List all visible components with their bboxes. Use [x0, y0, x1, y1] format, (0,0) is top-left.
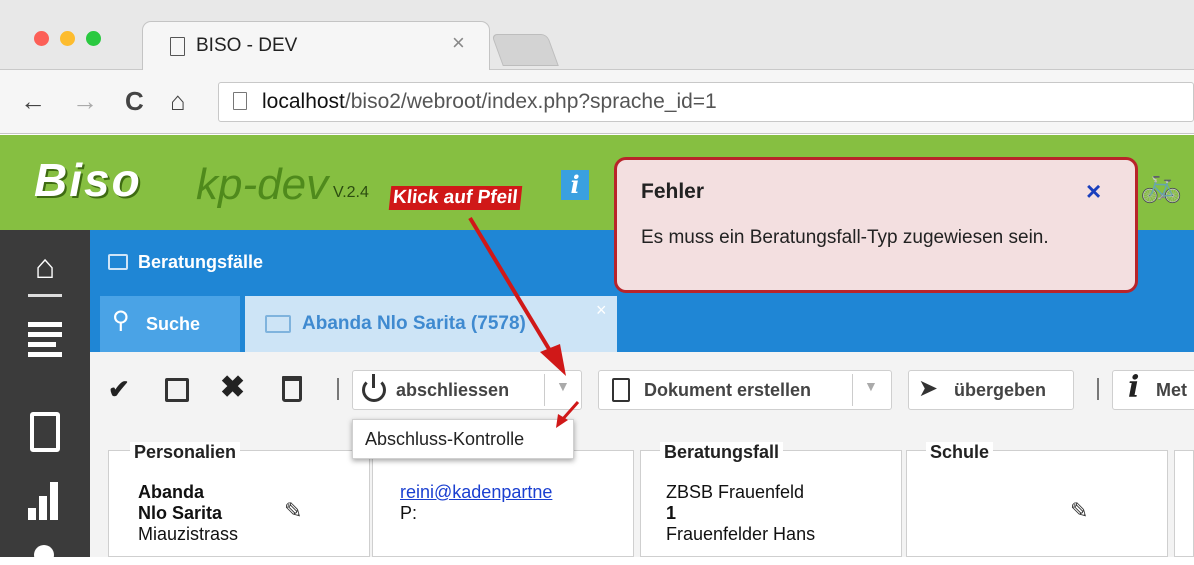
info-italic-icon: i: [1128, 370, 1140, 405]
save-disk-icon[interactable]: [165, 378, 189, 402]
list-icon[interactable]: [28, 322, 62, 357]
close-case-label: abschliessen: [396, 380, 510, 400]
panel-partial: [1174, 450, 1194, 557]
tab-search-label: Suche: [146, 314, 201, 334]
phone-label: P:: [400, 503, 418, 523]
send-icon: ➤: [918, 375, 939, 402]
forward-arrow-icon[interactable]: →: [72, 86, 98, 117]
url-text: localhost/biso2/webroot/index.php?sprach…: [262, 90, 717, 114]
panel-title: Personalien: [130, 442, 241, 463]
handover-label: übergeben: [954, 380, 1047, 400]
toolbar-icon-group: [104, 370, 276, 410]
home-icon[interactable]: ⌂: [0, 248, 90, 287]
create-document-label: Dokument erstellen: [644, 380, 812, 400]
document-icon: [612, 378, 630, 402]
case-office: ZBSB Frauenfeld: [666, 482, 805, 502]
tooltip: Abschluss-Kontrolle: [352, 419, 574, 459]
toolbar-separator: [337, 378, 339, 400]
browser-tab-title: BISO - DEV: [196, 35, 298, 56]
user-icon[interactable]: [34, 545, 54, 565]
search-icon: ⚲: [112, 307, 130, 334]
close-window-button[interactable]: [34, 31, 49, 46]
id-card-icon: [108, 254, 128, 270]
error-title: Fehler: [641, 180, 705, 203]
address-line: Miauzistrass: [138, 524, 239, 544]
reload-icon[interactable]: C: [125, 86, 144, 117]
archive-icon[interactable]: [30, 412, 60, 452]
error-close-icon[interactable]: ×: [1086, 176, 1101, 207]
url-path: /biso2/webroot/index.php?sprache_id=1: [344, 90, 717, 113]
panel-schule: [906, 450, 1168, 557]
new-tab-button[interactable]: [491, 34, 559, 66]
dropdown-arrow-icon[interactable]: ▼: [864, 378, 878, 394]
maximize-window-button[interactable]: [86, 31, 101, 46]
section-title: Beratungsfälle: [138, 252, 264, 272]
tab-close-icon[interactable]: ×: [452, 30, 465, 56]
minimize-window-button[interactable]: [60, 31, 75, 46]
split-divider: [852, 374, 853, 406]
panel-title: Schule: [926, 442, 994, 463]
cancel-x-icon[interactable]: ✖: [220, 370, 245, 405]
pencil-icon[interactable]: ✎: [284, 498, 302, 524]
person-name: Abanda Nlo Sarita: [138, 482, 222, 524]
id-card-icon: [265, 315, 291, 333]
more-label: Met: [1156, 380, 1187, 400]
url-host: localhost: [262, 90, 345, 113]
info-icon[interactable]: i: [561, 170, 589, 200]
page-icon: [170, 37, 185, 56]
annotation-label: Klick auf Pfeil: [388, 186, 522, 210]
split-divider: [544, 374, 545, 406]
power-icon-stem: [372, 374, 375, 388]
environment-name: kp-dev: [196, 160, 329, 209]
toolbar-separator: [1097, 378, 1099, 400]
email-link[interactable]: reini@kadenpartne: [400, 482, 626, 503]
last-name: Nlo Sarita: [138, 503, 223, 523]
trash-icon[interactable]: [282, 376, 302, 402]
tab-record-label: Abanda Nlo Sarita (7578): [302, 313, 526, 334]
biso-logo: Biso: [34, 154, 142, 206]
dropdown-arrow-icon[interactable]: ▼: [556, 378, 570, 394]
case-number: 1: [666, 503, 677, 523]
first-name: Abanda: [138, 482, 205, 502]
case-counselor: Frauenfelder Hans: [666, 524, 816, 544]
home-icon[interactable]: ⌂: [170, 86, 186, 117]
sidebar-divider: [28, 294, 62, 297]
pencil-icon[interactable]: ✎: [1070, 498, 1088, 524]
page-icon: [233, 92, 247, 110]
save-check-icon[interactable]: ✔: [108, 374, 130, 405]
browser-tab[interactable]: [142, 21, 490, 73]
panel-title: Beratungsfall: [660, 442, 784, 463]
back-arrow-icon[interactable]: ←: [20, 86, 46, 117]
bicycle-icon: 🚲: [1140, 166, 1183, 204]
version-label: V.2.4: [333, 184, 369, 201]
tab-close-icon[interactable]: ×: [596, 300, 607, 321]
error-message: Es muss ein Beratungsfall-Typ zugewiesen…: [641, 227, 1049, 248]
